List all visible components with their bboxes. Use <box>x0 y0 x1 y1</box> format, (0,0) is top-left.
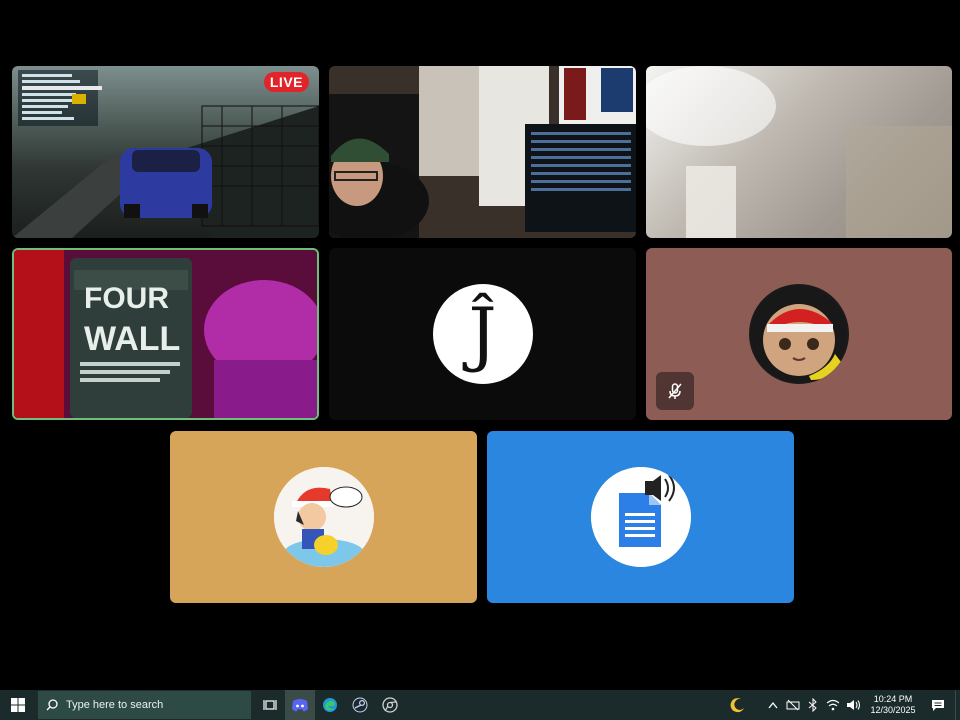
steam-icon <box>352 697 368 713</box>
taskbar-search[interactable]: Type here to search <box>38 691 251 719</box>
clock-date: 12/30/2025 <box>870 705 916 715</box>
participant-tile-ash-avatar[interactable] <box>170 431 477 603</box>
show-desktop-button[interactable] <box>955 690 960 720</box>
avatar <box>590 467 691 567</box>
cat-avatar-image <box>751 286 847 382</box>
avatar <box>749 284 849 384</box>
tts-document-icon <box>590 467 691 567</box>
clock-time: 10:24 PM <box>873 694 913 704</box>
ash-avatar-image <box>273 467 374 567</box>
discord-icon <box>292 699 308 712</box>
participant-tile-webcam[interactable] <box>329 66 636 238</box>
svg-text:WALL: WALL <box>84 320 180 358</box>
tray-app-icon <box>786 699 800 711</box>
participant-tile-active-speaker[interactable]: FOUR WALL <box>12 248 319 420</box>
participant-tile-cat-avatar[interactable] <box>646 248 952 420</box>
show-hidden-icons-button[interactable] <box>763 690 783 720</box>
taskbar-app-edge[interactable] <box>315 690 345 720</box>
participant-tile-game-stream[interactable]: LIVE <box>12 66 319 238</box>
night-light-button[interactable] <box>723 690 753 720</box>
call-stage: LIVE FOUR WALL Ĵ <box>0 0 960 690</box>
webcam-scene <box>329 66 636 238</box>
mic-muted-icon <box>668 383 682 399</box>
participant-tile-j-avatar[interactable]: Ĵ <box>329 248 636 420</box>
edge-icon <box>323 698 337 712</box>
windows-icon <box>11 698 25 712</box>
search-placeholder: Type here to search <box>66 699 164 711</box>
task-view-button[interactable] <box>255 690 285 720</box>
bluetooth-icon <box>808 698 817 712</box>
notifications-button[interactable] <box>921 690 955 720</box>
taskbar-app-steam[interactable] <box>345 690 375 720</box>
moon-icon <box>730 698 744 713</box>
volume-button[interactable] <box>843 690 865 720</box>
notifications-icon <box>932 699 944 711</box>
live-badge: LIVE <box>263 72 309 92</box>
network-icon <box>826 699 840 711</box>
active-speaker-scene: FOUR WALL <box>14 250 317 418</box>
mute-indicator <box>656 372 694 410</box>
taskbar-clock[interactable]: 10:24 PM 12/30/2025 <box>865 694 921 716</box>
start-button[interactable] <box>0 690 36 720</box>
tray-app-button[interactable] <box>783 690 803 720</box>
search-icon <box>46 699 58 711</box>
network-button[interactable] <box>823 690 843 720</box>
taskbar-app-chrome[interactable] <box>375 690 405 720</box>
participant-tile-tts-bot[interactable] <box>487 431 794 603</box>
tray-bluetooth-button[interactable] <box>803 690 823 720</box>
system-tray: 10:24 PM 12/30/2025 <box>723 690 960 720</box>
chevron-up-icon <box>768 701 778 709</box>
task-view-icon <box>263 700 277 710</box>
avatar-initial: Ĵ <box>468 293 497 375</box>
avatar: Ĵ <box>432 284 533 384</box>
taskbar-app-discord[interactable] <box>285 690 315 720</box>
chrome-icon <box>382 697 398 713</box>
volume-icon <box>847 700 861 710</box>
avatar <box>273 467 374 567</box>
windows-taskbar: Type here to search 10:24 PM 12/30/2025 <box>0 690 960 720</box>
svg-text:FOUR: FOUR <box>84 282 169 315</box>
camera-scene <box>646 66 952 238</box>
participant-tile-camera[interactable] <box>646 66 952 238</box>
